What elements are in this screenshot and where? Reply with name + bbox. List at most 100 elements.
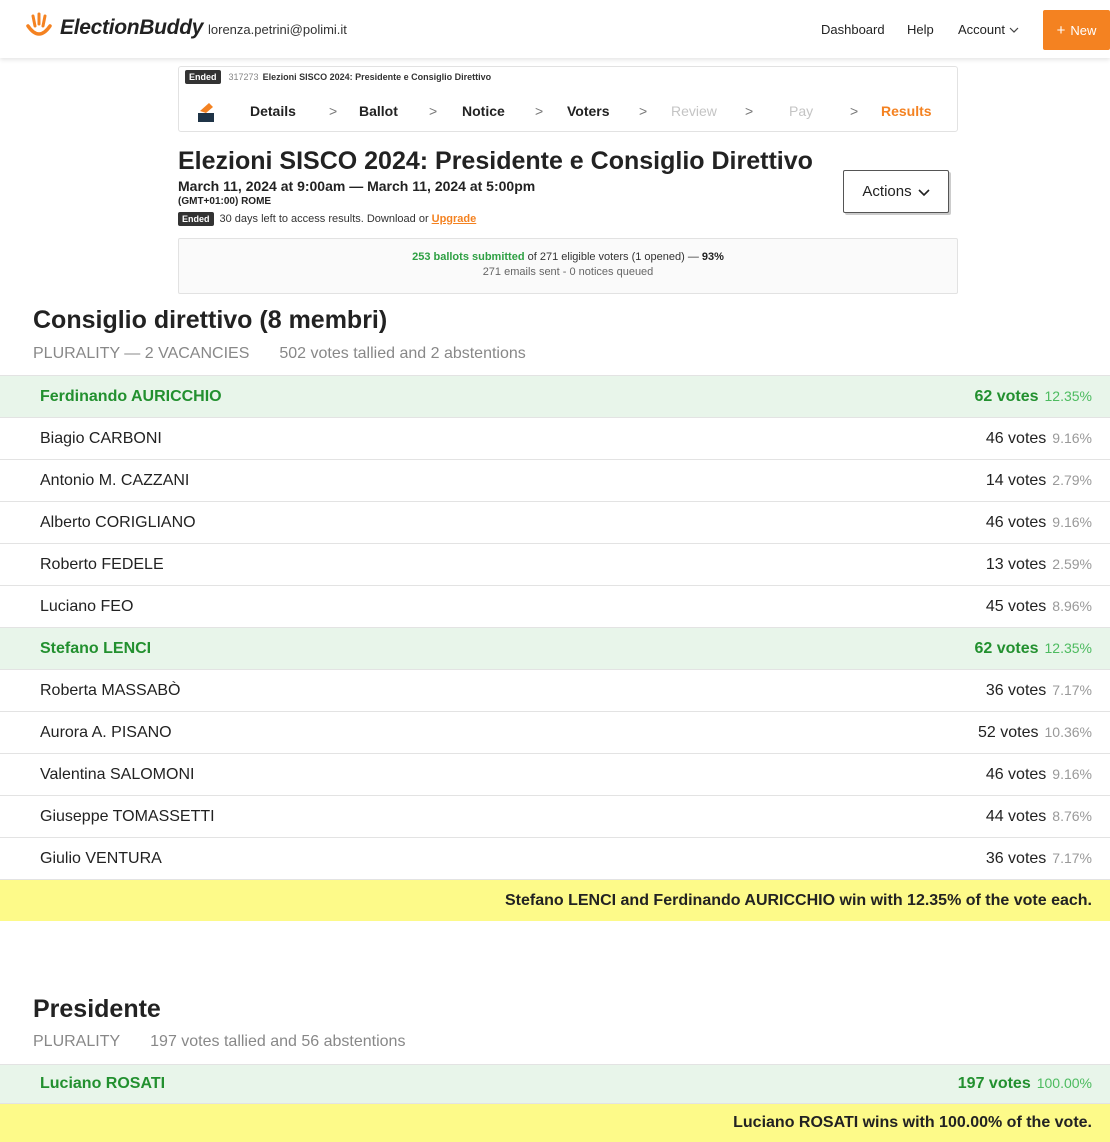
candidate-name: Luciano ROSATI <box>40 1075 166 1092</box>
winner-banner: Stefano LENCI and Ferdinando AURICCHIO w… <box>0 879 1110 921</box>
candidate-row: Giuseppe TOMASSETTI 44 votes 8.76% <box>0 795 1110 837</box>
step-results[interactable]: Results <box>881 103 932 119</box>
turnout-line: 253 ballots submitted of 271 eligible vo… <box>179 251 957 263</box>
vote-count: 52 votes <box>978 723 1039 741</box>
nav-account-menu[interactable]: Account <box>958 22 1019 37</box>
candidate-result: 62 votes 12.35% <box>974 640 1092 658</box>
nav-dashboard-link[interactable]: Dashboard <box>821 22 885 37</box>
candidate-row: Roberto FEDELE 13 votes 2.59% <box>0 543 1110 585</box>
logo[interactable]: ElectionBuddy <box>24 12 203 44</box>
vote-percent: 2.59% <box>1052 555 1092 572</box>
ballot-box-icon <box>198 103 214 122</box>
page-title: Elezioni SISCO 2024: Presidente e Consig… <box>178 147 813 175</box>
steps-nav: Details > Ballot > Notice > Voters > Rev… <box>179 101 959 123</box>
chevron-down-icon <box>918 188 930 196</box>
vote-percent: 12.35% <box>1044 387 1092 404</box>
candidate-row: Alberto CORIGLIANO 46 votes 9.16% <box>0 501 1110 543</box>
election-id: 317273 <box>228 72 259 82</box>
step-details[interactable]: Details <box>250 103 296 119</box>
candidate-result: 52 votes 10.36% <box>978 724 1092 742</box>
candidate-name: Roberta MASSABÒ <box>40 681 181 699</box>
vote-count: 36 votes <box>985 681 1047 699</box>
election-timezone: (GMT+01:00) ROME <box>178 196 272 207</box>
candidate-row: Giulio VENTURA 36 votes 7.17% <box>0 837 1110 879</box>
section-title: Consiglio direttivo (8 membri) <box>33 306 388 334</box>
ballots-submitted: 253 ballots submitted <box>412 251 525 263</box>
user-email: lorenza.petrini@polimi.it <box>208 22 347 37</box>
election-breadcrumb: Ended 317273 Elezioni SISCO 2024: Presid… <box>185 70 491 84</box>
vote-percent: 2.79% <box>1052 471 1092 488</box>
candidate-name: Aurora A. PISANO <box>40 723 172 741</box>
election-short-title: Elezioni SISCO 2024: Presidente e Consig… <box>262 72 492 82</box>
turnout-percent: 93% <box>701 251 724 263</box>
vote-count: 197 votes <box>957 1075 1031 1092</box>
candidate-row: Biagio CARBONI 46 votes 9.16% <box>0 417 1110 459</box>
vote-percent: 8.96% <box>1052 597 1092 614</box>
step-separator-icon: > <box>639 103 648 119</box>
vote-count: 46 votes <box>985 765 1047 783</box>
chevron-down-icon <box>1009 27 1019 33</box>
status-badge: Ended <box>185 70 221 84</box>
nav-help-link[interactable]: Help <box>907 22 934 37</box>
candidate-result: 46 votes 9.16% <box>986 514 1092 532</box>
vote-percent: 7.17% <box>1052 849 1092 866</box>
candidate-result: 36 votes 7.17% <box>986 850 1092 868</box>
candidate-name: Biagio CARBONI <box>40 429 162 447</box>
vote-count: 14 votes <box>985 471 1047 489</box>
candidate-result: 45 votes 8.96% <box>986 598 1092 616</box>
vote-count: 13 votes <box>985 555 1047 573</box>
section-meta: PLURALITY 197 votes tallied and 56 abste… <box>33 1033 405 1051</box>
vote-percent: 8.76% <box>1052 807 1092 824</box>
candidate-row: Valentina SALOMONI 46 votes 9.16% <box>0 753 1110 795</box>
new-button-label: New <box>1070 22 1097 38</box>
step-separator-icon: > <box>850 103 859 119</box>
candidate-name: Valentina SALOMONI <box>40 765 195 783</box>
step-voters[interactable]: Voters <box>567 103 610 119</box>
step-pay: Pay <box>789 103 814 119</box>
candidate-row: Antonio M. CAZZANI 14 votes 2.79% <box>0 459 1110 501</box>
status-badge: Ended <box>178 212 214 226</box>
step-separator-icon: > <box>745 103 754 119</box>
results-table: Luciano ROSATI 197 votes 100.00% Luciano RO… <box>0 1064 1110 1142</box>
upgrade-link[interactable]: Upgrade <box>432 213 477 225</box>
vote-percent: 100.00% <box>1036 1075 1092 1091</box>
vote-count: 62 votes <box>974 639 1039 657</box>
candidate-name: Alberto CORIGLIANO <box>40 513 196 531</box>
step-ballot[interactable]: Ballot <box>359 103 398 119</box>
vote-percent: 10.36% <box>1044 723 1092 740</box>
status-line: Ended 30 days left to access results. Do… <box>178 212 476 226</box>
candidate-result: 13 votes 2.59% <box>986 556 1092 574</box>
tally-summary: 197 votes tallied and 56 abstentions <box>150 1033 406 1050</box>
candidate-name: Antonio M. CAZZANI <box>40 471 190 489</box>
eligible-voters: of 271 eligible voters (1 opened) — <box>524 251 702 263</box>
candidate-result: 46 votes 9.16% <box>986 430 1092 448</box>
section-meta: PLURALITY — 2 VACANCIES 502 votes tallie… <box>33 345 526 363</box>
tally-summary: 502 votes tallied and 2 abstentions <box>279 345 526 362</box>
election-steps-card: Ended 317273 Elezioni SISCO 2024: Presid… <box>178 66 958 132</box>
new-election-button[interactable]: + New <box>1043 10 1110 50</box>
vote-percent: 12.35% <box>1044 639 1092 656</box>
vote-percent: 7.17% <box>1052 681 1092 698</box>
vote-count: 44 votes <box>985 807 1047 825</box>
vote-percent: 9.16% <box>1052 765 1092 782</box>
vote-count: 46 votes <box>985 513 1047 531</box>
candidate-result: 197 votes 100.00% <box>958 1075 1092 1093</box>
vote-count: 36 votes <box>985 849 1047 867</box>
voting-method: PLURALITY — 2 VACANCIES <box>33 345 250 362</box>
candidate-name: Roberto FEDELE <box>40 555 164 573</box>
vote-percent: 9.16% <box>1052 513 1092 530</box>
vote-percent: 9.16% <box>1052 429 1092 446</box>
candidate-name: Ferdinando AURICCHIO <box>40 387 222 405</box>
step-notice[interactable]: Notice <box>462 103 505 119</box>
plus-icon: + <box>1056 21 1066 39</box>
voting-method: PLURALITY <box>33 1033 121 1050</box>
candidate-result: 14 votes 2.79% <box>986 472 1092 490</box>
status-text: 30 days left to access results. Download… <box>219 213 429 225</box>
step-separator-icon: > <box>329 103 338 119</box>
step-separator-icon: > <box>535 103 544 119</box>
turnout-summary: 253 ballots submitted of 271 eligible vo… <box>178 238 958 294</box>
brand-name: ElectionBuddy <box>60 16 204 39</box>
actions-button[interactable]: Actions <box>843 170 949 213</box>
candidate-result: 46 votes 9.16% <box>986 766 1092 784</box>
vote-count: 62 votes <box>974 387 1039 405</box>
